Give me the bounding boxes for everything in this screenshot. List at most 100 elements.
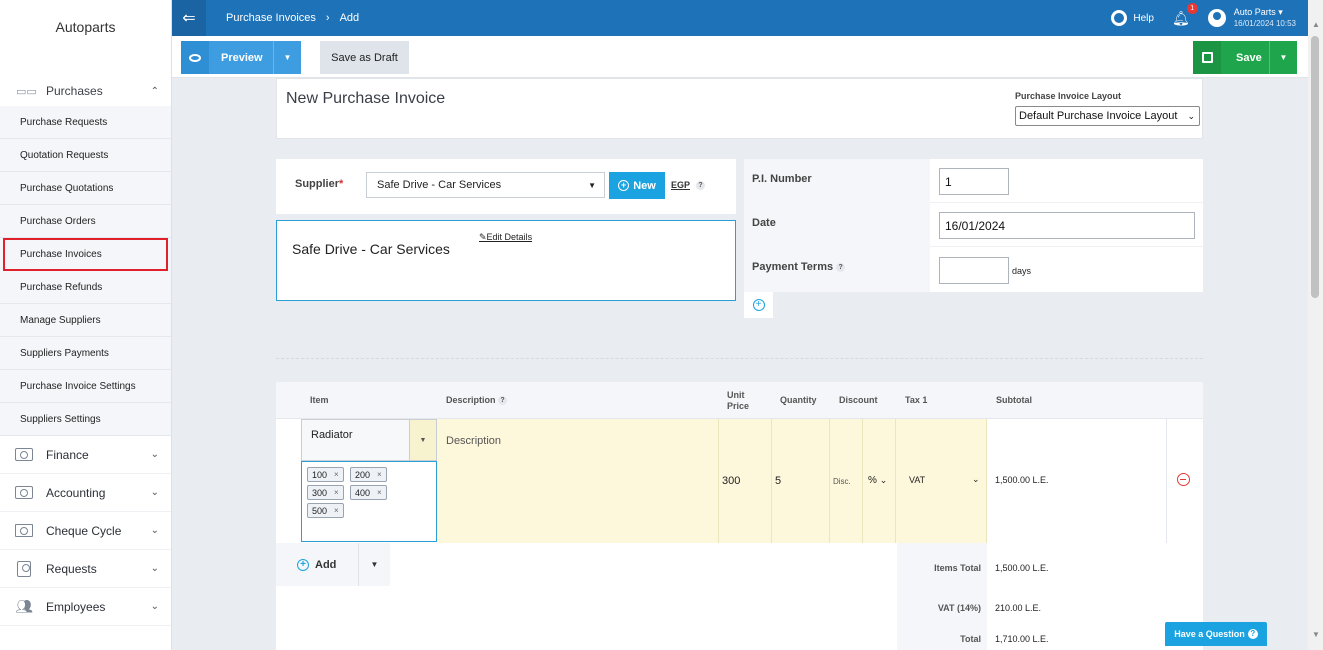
have-question-label: Have a Question <box>1174 629 1245 639</box>
sidebar-item-label: Employees <box>46 599 106 614</box>
sidebar-item-purchase-invoices[interactable]: Purchase Invoices <box>3 238 168 271</box>
save-dropdown-icon[interactable]: ▼ <box>1269 41 1297 74</box>
sidebar-item-accounting[interactable]: Accounting ⌄ <box>0 474 171 512</box>
page-title: New Purchase Invoice <box>286 90 446 107</box>
sidebar-item-cheque-cycle[interactable]: Cheque Cycle ⌄ <box>0 512 171 550</box>
items-total-value: 1,500.00 L.E. <box>995 563 1049 573</box>
chevron-down-icon[interactable]: ⌄ <box>972 474 980 485</box>
lifebuoy-icon <box>1111 10 1128 26</box>
users-icon: 👥︎ <box>15 598 33 614</box>
days-label: days <box>1012 266 1032 276</box>
date-input[interactable]: 16/01/2024 <box>939 212 1195 239</box>
item-tags-box[interactable]: 100 × 200 × 300 × 400 × 500 × <box>301 461 437 542</box>
help-button[interactable]: Help <box>1111 10 1154 26</box>
help-question-icon[interactable]: ? <box>696 181 706 191</box>
preview-dropdown-icon[interactable]: ▼ <box>273 41 301 74</box>
cheque-icon <box>14 523 34 539</box>
supplier-detail-box: Safe Drive - Car Services ✎Edit Details <box>276 220 736 301</box>
caret-down-icon[interactable]: ▼ <box>409 420 436 460</box>
remove-row-icon[interactable] <box>1177 473 1190 486</box>
sidebar-item-label: Cheque Cycle <box>46 523 122 538</box>
add-dropdown-icon[interactable]: ▼ <box>358 543 390 586</box>
invoice-info-form: P.I. Number 1 Date 16/01/2024 Payment Te… <box>744 159 1203 292</box>
breadcrumb-chevron-icon: › <box>325 12 330 24</box>
sidebar-item-finance[interactable]: Finance ⌄ <box>0 436 171 474</box>
supplier-card: Supplier* Safe Drive - Car Services ▼ + … <box>276 159 736 214</box>
totals-labels: Items Total VAT (14%) Total <box>897 543 987 650</box>
sidebar-item-suppliers-payments[interactable]: Suppliers Payments <box>0 337 171 370</box>
sidebar-item-suppliers-settings[interactable]: Suppliers Settings <box>0 403 171 436</box>
back-arrow-icon[interactable]: ⇐ <box>172 0 206 36</box>
column-divider <box>1166 419 1167 543</box>
date-label: Date <box>744 203 930 247</box>
currency-link[interactable]: EGP <box>671 180 690 190</box>
caret-down-icon: ▼ <box>588 180 596 190</box>
close-icon[interactable]: × <box>334 488 339 497</box>
scrollbar-thumb[interactable] <box>1311 36 1319 298</box>
supplier-detail-name: Safe Drive - Car Services <box>292 241 450 257</box>
edit-details-link[interactable]: Edit Details <box>487 232 533 242</box>
sidebar-item-employees[interactable]: 👥︎ Employees ⌄ <box>0 588 171 626</box>
sidebar: Autoparts ▭▭ Purchases ⌃ Purchase Reques… <box>0 0 172 650</box>
new-supplier-button[interactable]: + New <box>609 172 665 199</box>
add-item-button[interactable]: + Add <box>276 543 358 586</box>
chevron-down-icon: ⌄ <box>150 601 159 612</box>
close-icon[interactable]: × <box>377 488 382 497</box>
discount-input[interactable]: Disc. <box>833 477 851 486</box>
tag-label: 300 <box>312 487 328 498</box>
pi-number-input[interactable]: 1 <box>939 168 1009 195</box>
sidebar-item-label: Accounting <box>46 485 106 500</box>
item-select[interactable]: Radiator ▼ <box>301 419 437 461</box>
sidebar-item-purchase-quotations[interactable]: Purchase Quotations <box>0 172 171 205</box>
tag-chip: 100 × <box>307 467 344 482</box>
col-tax: Tax 1 <box>905 395 928 405</box>
save-button[interactable]: Save ▼ <box>1193 41 1297 74</box>
chevron-down-icon: ⌄ <box>150 525 159 536</box>
scroll-down-icon[interactable]: ▼ <box>1312 630 1320 639</box>
required-marker: * <box>339 178 344 190</box>
save-draft-button[interactable]: Save as Draft <box>320 41 409 74</box>
col-unit-price-2: Price <box>727 401 750 411</box>
close-icon[interactable]: × <box>334 470 339 479</box>
vat-total-value: 210.00 L.E. <box>995 603 1042 613</box>
sidebar-item-label: Requests <box>46 561 97 576</box>
close-icon[interactable]: × <box>334 506 339 515</box>
subtotal-value: 1,500.00 L.E. <box>995 475 1049 485</box>
layout-select-value: Default Purchase Invoice Layout <box>1019 110 1178 122</box>
payment-terms-label: Payment Terms <box>752 261 834 273</box>
sidebar-item-purchase-requests[interactable]: Purchase Requests <box>0 106 171 139</box>
sidebar-item-manage-suppliers[interactable]: Manage Suppliers <box>0 304 171 337</box>
close-icon[interactable]: × <box>377 470 382 479</box>
add-field-button[interactable]: + <box>744 292 773 318</box>
sidebar-section-label: Purchases <box>46 84 103 98</box>
sidebar-section-purchases[interactable]: ▭▭ Purchases ⌃ <box>0 76 171 106</box>
payment-terms-input[interactable] <box>939 257 1009 284</box>
sidebar-item-requests[interactable]: Requests ⌄ <box>0 550 171 588</box>
help-question-icon[interactable]: ? <box>498 396 508 406</box>
quantity-value[interactable]: 5 <box>775 475 781 487</box>
notifications-button[interactable]: 🔔︎ 1 <box>1172 2 1198 27</box>
unit-price-value[interactable]: 300 <box>722 475 740 487</box>
sidebar-item-purchase-refunds[interactable]: Purchase Refunds <box>0 271 171 304</box>
notification-badge: 1 <box>1186 2 1198 14</box>
sidebar-item-quotation-requests[interactable]: Quotation Requests <box>0 139 171 172</box>
col-discount: Discount <box>839 395 878 405</box>
help-question-icon[interactable]: ? <box>836 262 846 272</box>
preview-button[interactable]: Preview ▼ <box>181 41 301 74</box>
layout-select[interactable]: Default Purchase Invoice Layout ⌄ <box>1015 106 1200 126</box>
scroll-up-icon[interactable]: ▲ <box>1312 20 1320 29</box>
sidebar-item-purchase-orders[interactable]: Purchase Orders <box>0 205 171 238</box>
user-date: 16/01/2024 10:53 <box>1233 19 1296 28</box>
page-scrollbar[interactable]: ▲ ▼ <box>1308 0 1323 650</box>
vat-total-label: VAT (14%) <box>937 603 981 613</box>
supplier-select-value: Safe Drive - Car Services <box>377 179 502 191</box>
description-input[interactable]: Description <box>446 435 501 447</box>
user-menu[interactable]: Auto Parts ▾ 16/01/2024 10:53 <box>1207 7 1296 29</box>
breadcrumb-purchase-invoices[interactable]: Purchase Invoices <box>226 12 316 24</box>
have-question-button[interactable]: Have a Question ? <box>1165 622 1267 646</box>
supplier-select[interactable]: Safe Drive - Car Services ▼ <box>366 172 605 198</box>
caret-down-icon: ▾ <box>1278 7 1283 17</box>
tax-select-value[interactable]: VAT <box>909 475 925 485</box>
plus-circle-icon: + <box>297 558 309 571</box>
sidebar-item-purchase-invoice-settings[interactable]: Purchase Invoice Settings <box>0 370 171 403</box>
